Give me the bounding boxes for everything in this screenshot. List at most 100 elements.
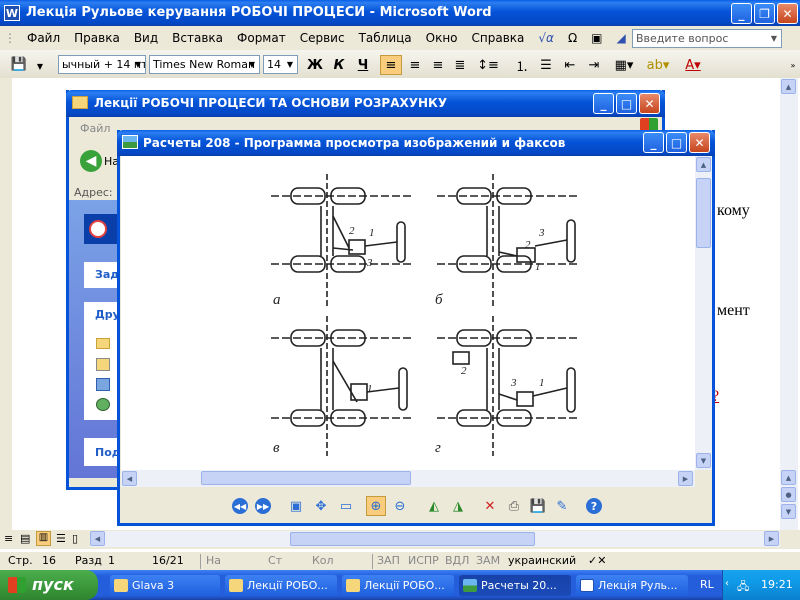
network-icon[interactable]: [96, 398, 110, 411]
font-select[interactable]: Times New Roman ▼: [149, 55, 260, 74]
word-restore-button[interactable]: ❐: [754, 3, 775, 24]
browse-object-icon[interactable]: ●: [781, 487, 796, 502]
menu-service[interactable]: Сервис: [293, 31, 352, 45]
scroll-left-icon[interactable]: ◀: [90, 531, 105, 546]
taskbar-item-lectures-1[interactable]: Лекції РОБО...: [225, 575, 337, 596]
card-icon[interactable]: ▣: [584, 31, 609, 45]
status-ext[interactable]: ВДЛ: [445, 552, 469, 569]
rotate-clockwise-icon[interactable]: ◭: [424, 496, 444, 516]
taskbar-item-word[interactable]: Лекція Руль...: [576, 575, 688, 596]
scroll-down-icon[interactable]: ▼: [696, 453, 711, 468]
toolbar-options-icon[interactable]: »: [788, 55, 798, 75]
wordart-icon[interactable]: ◢: [609, 31, 632, 45]
font-color-icon[interactable]: A▾: [680, 55, 706, 75]
save-icon[interactable]: 💾: [10, 54, 28, 74]
print-view-icon[interactable]: ▥: [36, 531, 51, 546]
help-icon[interactable]: ?: [584, 496, 604, 516]
scroll-thumb[interactable]: [696, 178, 711, 248]
line-spacing-icon[interactable]: ↕≡: [474, 55, 502, 75]
font-size-select[interactable]: 14 ▼: [263, 55, 298, 74]
edit-image-icon[interactable]: ✎: [552, 496, 572, 516]
delete-icon[interactable]: ✕: [480, 496, 500, 516]
clock[interactable]: 19:21: [761, 578, 793, 591]
h-scroll-thumb[interactable]: [201, 471, 411, 485]
decrease-indent-icon[interactable]: ⇤: [560, 55, 580, 75]
justify-icon[interactable]: ≣: [450, 55, 470, 75]
menu-view[interactable]: Вид: [127, 31, 165, 45]
rotate-counterclockwise-icon[interactable]: ◮: [448, 496, 468, 516]
viewer-close-button[interactable]: ✕: [689, 132, 710, 153]
viewer-vertical-scrollbar[interactable]: ▲ ▼: [695, 156, 712, 470]
zoom-out-icon[interactable]: ⊖: [390, 496, 410, 516]
highlight-icon[interactable]: ab▾: [645, 55, 671, 75]
underline-button[interactable]: Ч: [354, 55, 372, 75]
slideshow-icon[interactable]: ▭: [336, 496, 356, 516]
word-close-button[interactable]: ✕: [777, 3, 798, 24]
network-tray-icon[interactable]: 🖧: [737, 578, 749, 597]
align-center-icon[interactable]: ≡: [405, 55, 425, 75]
next-page-icon[interactable]: ▼: [781, 504, 796, 519]
word-minimize-button[interactable]: _: [731, 3, 752, 24]
word-vertical-scrollbar[interactable]: ▲ ▲ ● ▼: [780, 78, 798, 588]
spelling-status-icon[interactable]: ✓✕: [588, 552, 606, 569]
print-icon[interactable]: ⎙: [504, 496, 524, 516]
bullet-list-icon[interactable]: ☰: [536, 55, 556, 75]
italic-button[interactable]: К: [330, 55, 348, 75]
numbered-list-icon[interactable]: ⒈: [512, 55, 532, 75]
explorer-menu-file[interactable]: Файл: [80, 122, 110, 135]
align-left-icon[interactable]: ≡: [380, 55, 402, 75]
align-right-icon[interactable]: ≡: [428, 55, 448, 75]
viewer-horizontal-scrollbar[interactable]: ◀ ▶: [121, 470, 695, 487]
reading-view-icon[interactable]: ▯: [72, 532, 78, 545]
taskbar-item-viewer[interactable]: Расчеты 20...: [459, 575, 571, 596]
word-horizontal-scrollbar[interactable]: ◀ ▶: [90, 531, 780, 547]
equation-icon[interactable]: √α: [531, 31, 561, 45]
folder-icon[interactable]: [96, 338, 110, 349]
status-trk[interactable]: ИСПР: [408, 552, 439, 569]
panel-tasks-title[interactable]: Зад: [95, 268, 119, 281]
computer-icon[interactable]: [96, 378, 110, 391]
chevron-down-icon[interactable]: ▼: [35, 56, 45, 76]
help-search-input[interactable]: Введите вопрос ▼: [632, 29, 782, 48]
language-indicator[interactable]: RL: [700, 578, 714, 591]
menu-file[interactable]: Файл: [20, 31, 67, 45]
normal-view-icon[interactable]: ≡: [4, 532, 13, 545]
style-select[interactable]: ычный + 14 пт ▼: [58, 55, 146, 74]
viewer-maximize-button[interactable]: □: [666, 132, 687, 153]
back-arrow-icon[interactable]: ◀: [80, 150, 102, 172]
taskbar-item-lectures-2[interactable]: Лекції РОБО...: [342, 575, 454, 596]
tray-expand-icon[interactable]: ‹: [725, 578, 729, 589]
viewer-minimize-button[interactable]: _: [643, 132, 664, 153]
actual-size-icon[interactable]: ✥: [311, 496, 331, 516]
menu-insert[interactable]: Вставка: [165, 31, 230, 45]
menu-help[interactable]: Справка: [465, 31, 532, 45]
omega-icon[interactable]: Ω: [561, 31, 584, 45]
zoom-in-icon[interactable]: ⊕: [366, 496, 386, 516]
menu-table[interactable]: Таблица: [352, 31, 419, 45]
menu-format[interactable]: Формат: [230, 31, 293, 45]
menu-edit[interactable]: Правка: [67, 31, 127, 45]
next-image-icon[interactable]: ▶▶: [253, 496, 273, 516]
scroll-up-icon[interactable]: ▲: [696, 157, 711, 172]
start-button[interactable]: пуск: [0, 570, 98, 600]
borders-icon[interactable]: ▦▾: [612, 55, 636, 75]
taskbar-item-glava3[interactable]: Glava 3: [110, 575, 220, 596]
scroll-up-icon[interactable]: ▲: [781, 79, 796, 94]
explorer-close-button[interactable]: ✕: [639, 93, 660, 114]
documents-icon[interactable]: [96, 358, 110, 371]
scroll-right-icon[interactable]: ▶: [678, 471, 693, 486]
scroll-right-icon[interactable]: ▶: [764, 531, 779, 546]
status-rec[interactable]: ЗАП: [377, 552, 400, 569]
h-scroll-thumb[interactable]: [290, 532, 535, 546]
previous-image-icon[interactable]: ◀◀: [230, 496, 250, 516]
status-ovr[interactable]: ЗАМ: [476, 552, 500, 569]
prev-page-icon[interactable]: ▲: [781, 470, 796, 485]
bold-button[interactable]: Ж: [306, 55, 324, 75]
outline-view-icon[interactable]: ☰: [56, 532, 66, 545]
scroll-left-icon[interactable]: ◀: [122, 471, 137, 486]
menu-window[interactable]: Окно: [419, 31, 465, 45]
web-view-icon[interactable]: ▤: [20, 532, 30, 545]
save-icon[interactable]: 💾: [528, 496, 548, 516]
explorer-minimize-button[interactable]: _: [593, 93, 614, 114]
best-fit-icon[interactable]: ▣: [286, 496, 306, 516]
